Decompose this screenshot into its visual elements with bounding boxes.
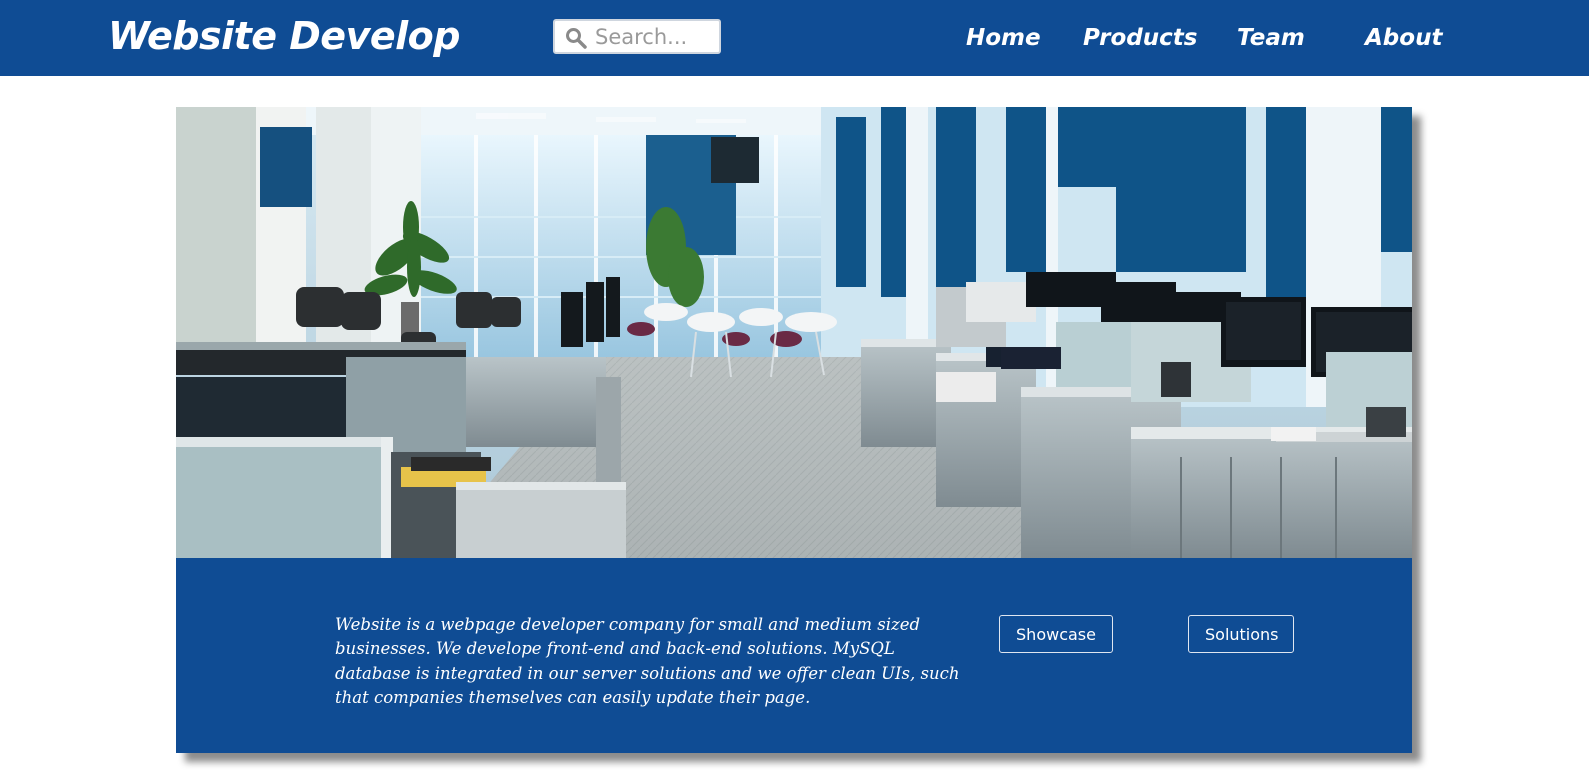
- office-photo-icon: [176, 107, 1412, 558]
- nav-home-link[interactable]: Home: [966, 20, 1041, 56]
- search-icon: [566, 28, 587, 49]
- top-navbar: Website Develop Home Products Team About: [0, 0, 1589, 76]
- company-description: Website is a webpage developer company f…: [335, 615, 960, 707]
- solutions-button[interactable]: Solutions: [1188, 615, 1294, 653]
- info-panel: Website is a webpage developer company f…: [176, 558, 1412, 753]
- nav-about-link[interactable]: About: [1365, 20, 1442, 56]
- hero-image: [176, 107, 1412, 558]
- search-box[interactable]: [553, 19, 721, 54]
- showcase-button[interactable]: Showcase: [999, 615, 1113, 653]
- hero-card: Website is a webpage developer company f…: [176, 107, 1412, 753]
- nav-products-link[interactable]: Products: [1083, 20, 1197, 56]
- site-logo[interactable]: Website Develop: [108, 10, 460, 62]
- search-input[interactable]: [595, 24, 715, 50]
- nav-team-link[interactable]: Team: [1237, 20, 1305, 56]
